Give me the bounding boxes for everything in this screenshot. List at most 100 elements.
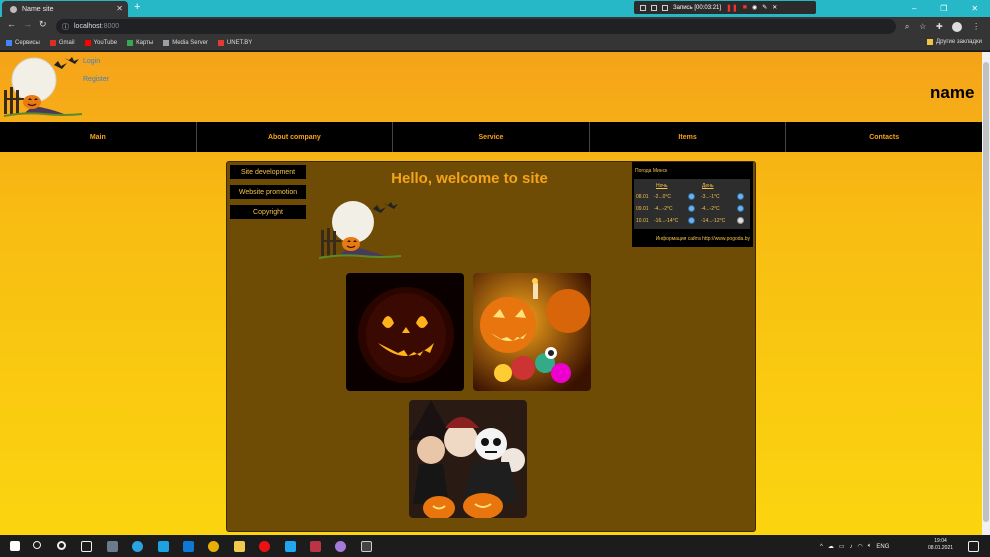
crop-icon[interactable] <box>662 4 668 11</box>
register-link[interactable]: Register <box>83 76 109 83</box>
vscode-icon[interactable] <box>285 541 296 552</box>
weather-row: 09.01 -4...-2°C -4...-2°C <box>634 203 750 214</box>
mail-icon[interactable] <box>183 541 194 552</box>
weather-widget: Погода Минск Ночь День 08.01 -2...0°C -3… <box>632 162 753 247</box>
weather-row: 08.01 -2...0°C -3...-1°C <box>634 191 750 202</box>
scrollbar-thumb[interactable] <box>983 62 989 522</box>
search-icon[interactable]: ⌕ <box>905 22 909 32</box>
apps-grid-icon <box>6 40 12 46</box>
bookmark-item[interactable]: Карты <box>127 40 153 46</box>
cloud-icon[interactable]: ☁ <box>828 543 834 550</box>
nav-item-about-company[interactable]: About company <box>197 122 394 152</box>
skype-icon[interactable] <box>158 541 169 552</box>
nav-item-contacts[interactable]: Contacts <box>786 122 982 152</box>
page-viewport: Login Register name Main About company S… <box>0 52 982 535</box>
opera-icon[interactable] <box>259 541 270 552</box>
site-name: name <box>930 83 975 102</box>
weather-icon <box>688 217 695 224</box>
bookmark-item[interactable]: YouTube <box>84 40 117 46</box>
close-icon[interactable]: ✕ <box>116 4 123 13</box>
chrome-icon[interactable] <box>208 541 219 552</box>
globe-icon <box>10 5 17 13</box>
task-view-icon[interactable] <box>81 541 92 552</box>
folder-icon <box>927 39 934 45</box>
chevron-up-icon[interactable]: ^ <box>820 544 823 550</box>
other-bookmarks[interactable]: Другие закладки <box>927 39 982 45</box>
sidebar-item-website-promotion[interactable]: Website promotion <box>230 185 306 199</box>
recording-label: Запись [00:03:21] <box>673 4 722 11</box>
camera-icon[interactable]: ◉ <box>752 4 757 11</box>
cortana-icon[interactable] <box>57 541 66 550</box>
system-tray: ^ ☁ ▭ ♪ ◠ 🔈︎ ENG <box>820 538 990 555</box>
network-icon[interactable]: ▭ <box>839 543 845 550</box>
bookmark-item[interactable]: Media Server <box>163 40 208 46</box>
star-icon[interactable]: ☆ <box>919 22 926 31</box>
pen-icon[interactable]: ✎ <box>762 4 767 11</box>
weather-title: Погода Минск <box>635 168 668 174</box>
bookmarks-bar: Сервисы Gmail YouTube Карты Media Server… <box>0 36 990 51</box>
reload-icon[interactable]: ↻ <box>39 19 47 30</box>
screen-icon[interactable] <box>651 4 657 11</box>
taskbar-clock[interactable]: 19:04 08.01.2021 <box>928 538 953 552</box>
cloud-icon <box>737 217 744 224</box>
unet-icon <box>217 40 224 46</box>
recording-toolbar: Запись [00:03:21] ❚❚ ■ ◉ ✎ ✕ <box>634 1 816 14</box>
weather-night-header: Ночь <box>656 182 668 189</box>
weather-icon <box>688 205 695 212</box>
bookmark-item[interactable]: Gmail <box>49 40 75 46</box>
app-icon[interactable] <box>310 541 321 552</box>
new-tab-button[interactable]: + <box>134 1 140 13</box>
stop-icon[interactable]: ■ <box>743 4 747 11</box>
nav-item-main[interactable]: Main <box>0 122 197 152</box>
content-panel: Site development Website promotion Copyr… <box>226 161 756 532</box>
windows-start-icon[interactable] <box>10 541 20 551</box>
menu-icon[interactable]: ⋮ <box>972 22 980 31</box>
forward-icon[interactable]: → <box>23 19 32 29</box>
nav-item-service[interactable]: Service <box>393 122 590 152</box>
toolbar-actions: ⌕ ☆ ✚ ⋮ <box>900 19 985 34</box>
keyboard-language[interactable]: ENG <box>876 544 889 550</box>
halloween-logo <box>319 201 401 259</box>
maximize-icon[interactable]: ❐ <box>940 4 947 13</box>
sidebar-item-copyright[interactable]: Copyright <box>230 205 306 219</box>
login-link[interactable]: Login <box>83 58 100 65</box>
viber-icon[interactable] <box>335 541 346 552</box>
mic-icon[interactable]: ♪ <box>850 544 853 550</box>
weather-icon <box>688 193 695 200</box>
close-icon[interactable]: ✕ <box>772 4 777 11</box>
pumpkin-photo <box>346 273 464 391</box>
wifi-icon[interactable]: ◠ <box>858 543 863 550</box>
explorer-icon[interactable] <box>234 541 245 552</box>
browser-tab[interactable]: Name site ✕ <box>2 1 128 17</box>
search-icon[interactable] <box>33 541 41 549</box>
youtube-icon <box>84 40 91 46</box>
weather-icon <box>737 205 744 212</box>
bookmark-item[interactable]: Сервисы <box>6 40 40 46</box>
main-nav: Main About company Service Items Contact… <box>0 122 982 152</box>
weather-table: Ночь День 08.01 -2...0°C -3...-1°C 09.01… <box>634 179 750 229</box>
terminal-icon[interactable] <box>361 541 372 552</box>
edge-icon[interactable] <box>132 541 143 552</box>
bookmark-item[interactable]: UNET.BY <box>217 40 252 46</box>
weather-icon <box>737 193 744 200</box>
extensions-icon[interactable]: ✚ <box>936 22 943 31</box>
notifications-icon[interactable] <box>968 541 979 552</box>
weather-row: 10.01 -16...-14°C -14...-12°C <box>634 215 750 226</box>
avatar[interactable] <box>952 21 963 32</box>
weather-day-header: День <box>702 182 714 189</box>
browser-tab-strip <box>0 0 990 17</box>
info-icon[interactable]: ⓘ <box>62 22 69 32</box>
volume-icon[interactable]: 🔈︎ <box>868 543 872 550</box>
minimize-icon[interactable]: – <box>912 4 916 13</box>
url-port: :8000 <box>101 23 120 30</box>
media-server-icon <box>163 40 170 46</box>
weather-source-link[interactable]: Информация сайта http://www.pogoda.by <box>656 236 750 242</box>
back-icon[interactable]: ← <box>7 19 16 29</box>
window-icon[interactable] <box>640 4 646 11</box>
address-bar[interactable]: ⓘ localhost:8000 <box>56 19 896 34</box>
close-window-icon[interactable]: ✕ <box>971 4 978 13</box>
window-controls: – ❐ ✕ <box>900 0 990 17</box>
pause-icon[interactable]: ❚❚ <box>726 4 738 12</box>
nav-item-items[interactable]: Items <box>590 122 787 152</box>
photos-icon[interactable] <box>107 541 118 552</box>
